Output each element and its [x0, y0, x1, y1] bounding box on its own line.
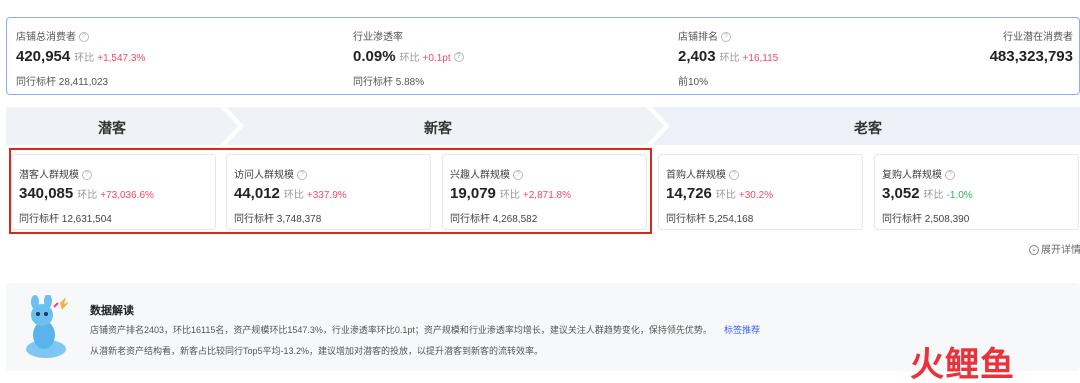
card-repurchase-crowd[interactable]: 复购人群规模? 3,052 环比 -1.0% 同行标杆 2,508,390 [874, 154, 1079, 230]
penetration-benchmark: 同行标杆 5.88% [353, 77, 425, 88]
chg-label: 环比 [399, 53, 420, 64]
chg-label: 环比 [923, 190, 944, 201]
insight-line-1: 店铺资产排名2403，环比16115名，资产规模环比1547.3%，行业渗透率环… [90, 325, 712, 335]
chg-label: 环比 [74, 53, 95, 64]
highlight-box [9, 148, 652, 234]
help-icon[interactable]: ? [945, 170, 955, 181]
penetration-change: +0.1pt [422, 53, 451, 64]
expand-details-label: 展开详情 [1041, 245, 1080, 256]
card-label: 首购人群规模 [666, 170, 726, 181]
insight-line-2: 从潜新老资产结构看，新客占比较同行Top5平均-13.2%，建议增加对潜客的投放… [90, 346, 544, 356]
banner-label-potential: 潜客 [98, 120, 126, 136]
rank-value: 2,403 [678, 48, 716, 65]
potential-label: 行业潜在消费者 [1003, 32, 1073, 43]
card-first-purchase-crowd[interactable]: 首购人群规模? 14,726 环比 +30.2% 同行标杆 5,254,168 [658, 154, 863, 230]
penetration-value: 0.09% [353, 48, 396, 65]
summary-card: 店铺总消费者? 420,954 环比 +1,547.3% 同行标杆 28,411,0… [6, 17, 1080, 95]
card-benchmark: 同行标杆 2,508,390 [882, 214, 970, 225]
banner-label-old: 老客 [854, 120, 882, 136]
total-consumers-benchmark: 同行标杆 28,411,023 [16, 77, 109, 88]
total-consumers-label: 店铺总消费者 [16, 32, 76, 43]
help-icon[interactable]: ? [79, 32, 89, 43]
penetration-label: 行业渗透率 [353, 32, 403, 43]
rank-change: +16,115 [742, 53, 779, 64]
brand-logo: 火鲤鱼 [910, 346, 1015, 383]
insight-title: 数据解读 [90, 305, 134, 317]
funnel-banner-shape [6, 107, 1080, 145]
expand-details-button[interactable]: ⌄ 展开详情 [1029, 241, 1080, 256]
total-consumers-change: +1,547.3% [97, 53, 146, 64]
tag-recommend-link[interactable]: 标签推荐 [724, 325, 760, 335]
help-icon[interactable]: ? [729, 170, 739, 181]
card-value: 14,726 [666, 185, 712, 202]
rank-label: 店铺排名 [678, 32, 718, 43]
help-icon[interactable]: ? [721, 32, 731, 43]
card-change: -1.0% [946, 190, 973, 201]
chevron-down-icon: ⌄ [1029, 245, 1039, 256]
help-icon[interactable]: ? [453, 52, 464, 63]
rank-benchmark: 前10% [678, 77, 709, 88]
card-label: 复购人群规模 [882, 170, 942, 181]
potential-metric: 行业潜在消费者 483,323,793 [965, 18, 1073, 94]
chg-label: 环比 [715, 190, 736, 201]
total-consumers-value: 420,954 [16, 48, 71, 65]
banner-label-new: 新客 [424, 120, 452, 136]
mascot-icon [26, 295, 69, 358]
potential-value: 483,323,793 [989, 48, 1073, 65]
chg-label: 环比 [719, 53, 740, 64]
card-value: 3,052 [882, 185, 920, 202]
card-change: +30.2% [738, 190, 774, 201]
funnel-banner: 潜客 新客 老客 [6, 107, 1080, 145]
card-benchmark: 同行标杆 5,254,168 [666, 214, 754, 225]
